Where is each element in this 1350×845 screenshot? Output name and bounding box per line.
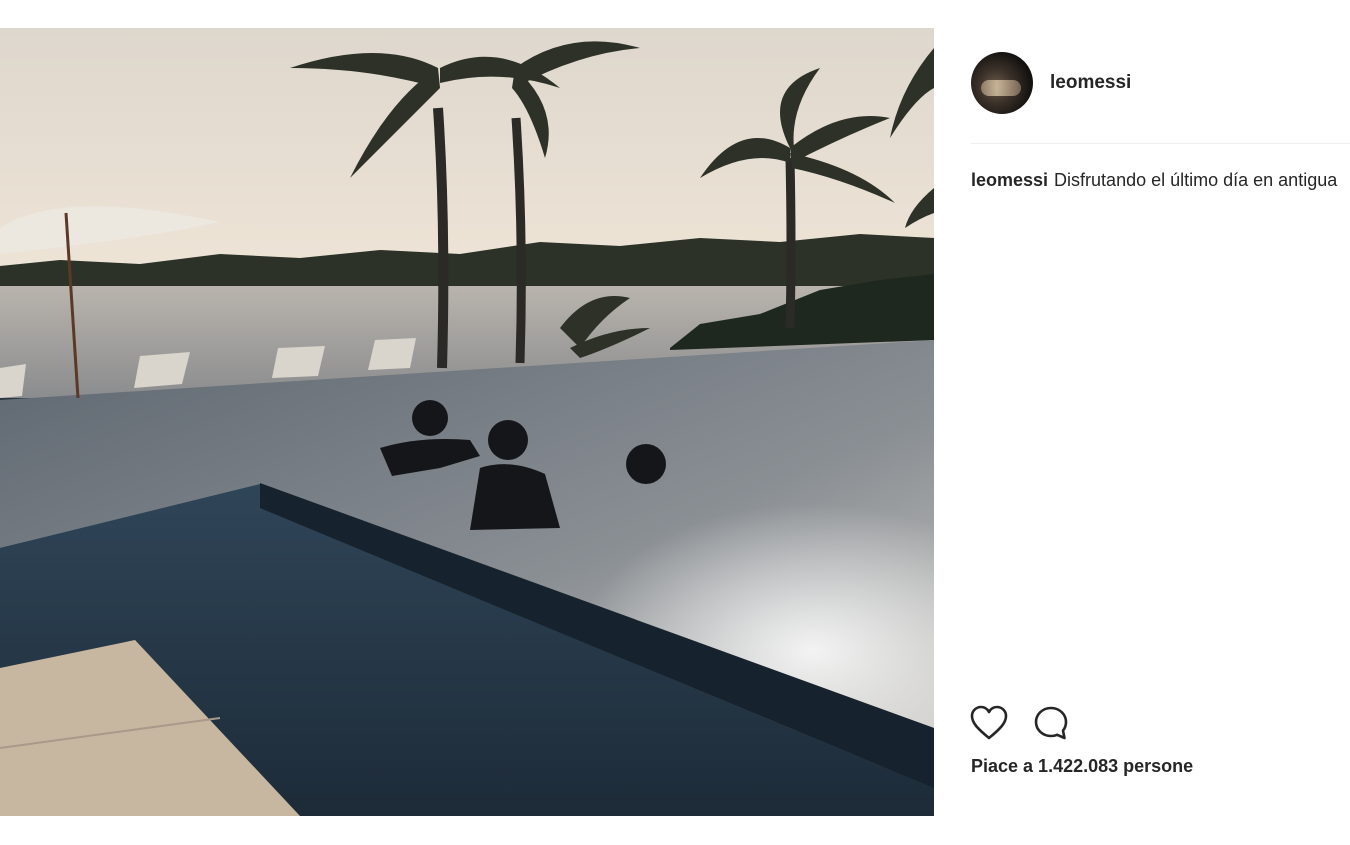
like-button[interactable]: [970, 704, 1008, 742]
post-caption: leomessi Disfrutando el último día en ant…: [971, 167, 1341, 194]
heart-icon: [970, 705, 1008, 740]
caption-text: Disfrutando el último día en antigua: [1054, 170, 1338, 190]
comment-icon: [1034, 706, 1068, 740]
post-photo[interactable]: [0, 28, 934, 816]
header-divider: [971, 143, 1350, 144]
post-sidebar: leomessi leomessi Disfrutando el último d…: [934, 28, 1350, 816]
post-header: leomessi: [971, 51, 1131, 115]
author-username[interactable]: leomessi: [1050, 72, 1131, 94]
pool-scene-illustration: [0, 28, 934, 816]
post-actions: [970, 704, 1070, 742]
comment-button[interactable]: [1032, 704, 1070, 742]
caption-username[interactable]: leomessi: [971, 170, 1048, 190]
likes-count[interactable]: Piace a 1.422.083 persone: [971, 756, 1193, 777]
avatar[interactable]: [971, 52, 1033, 114]
